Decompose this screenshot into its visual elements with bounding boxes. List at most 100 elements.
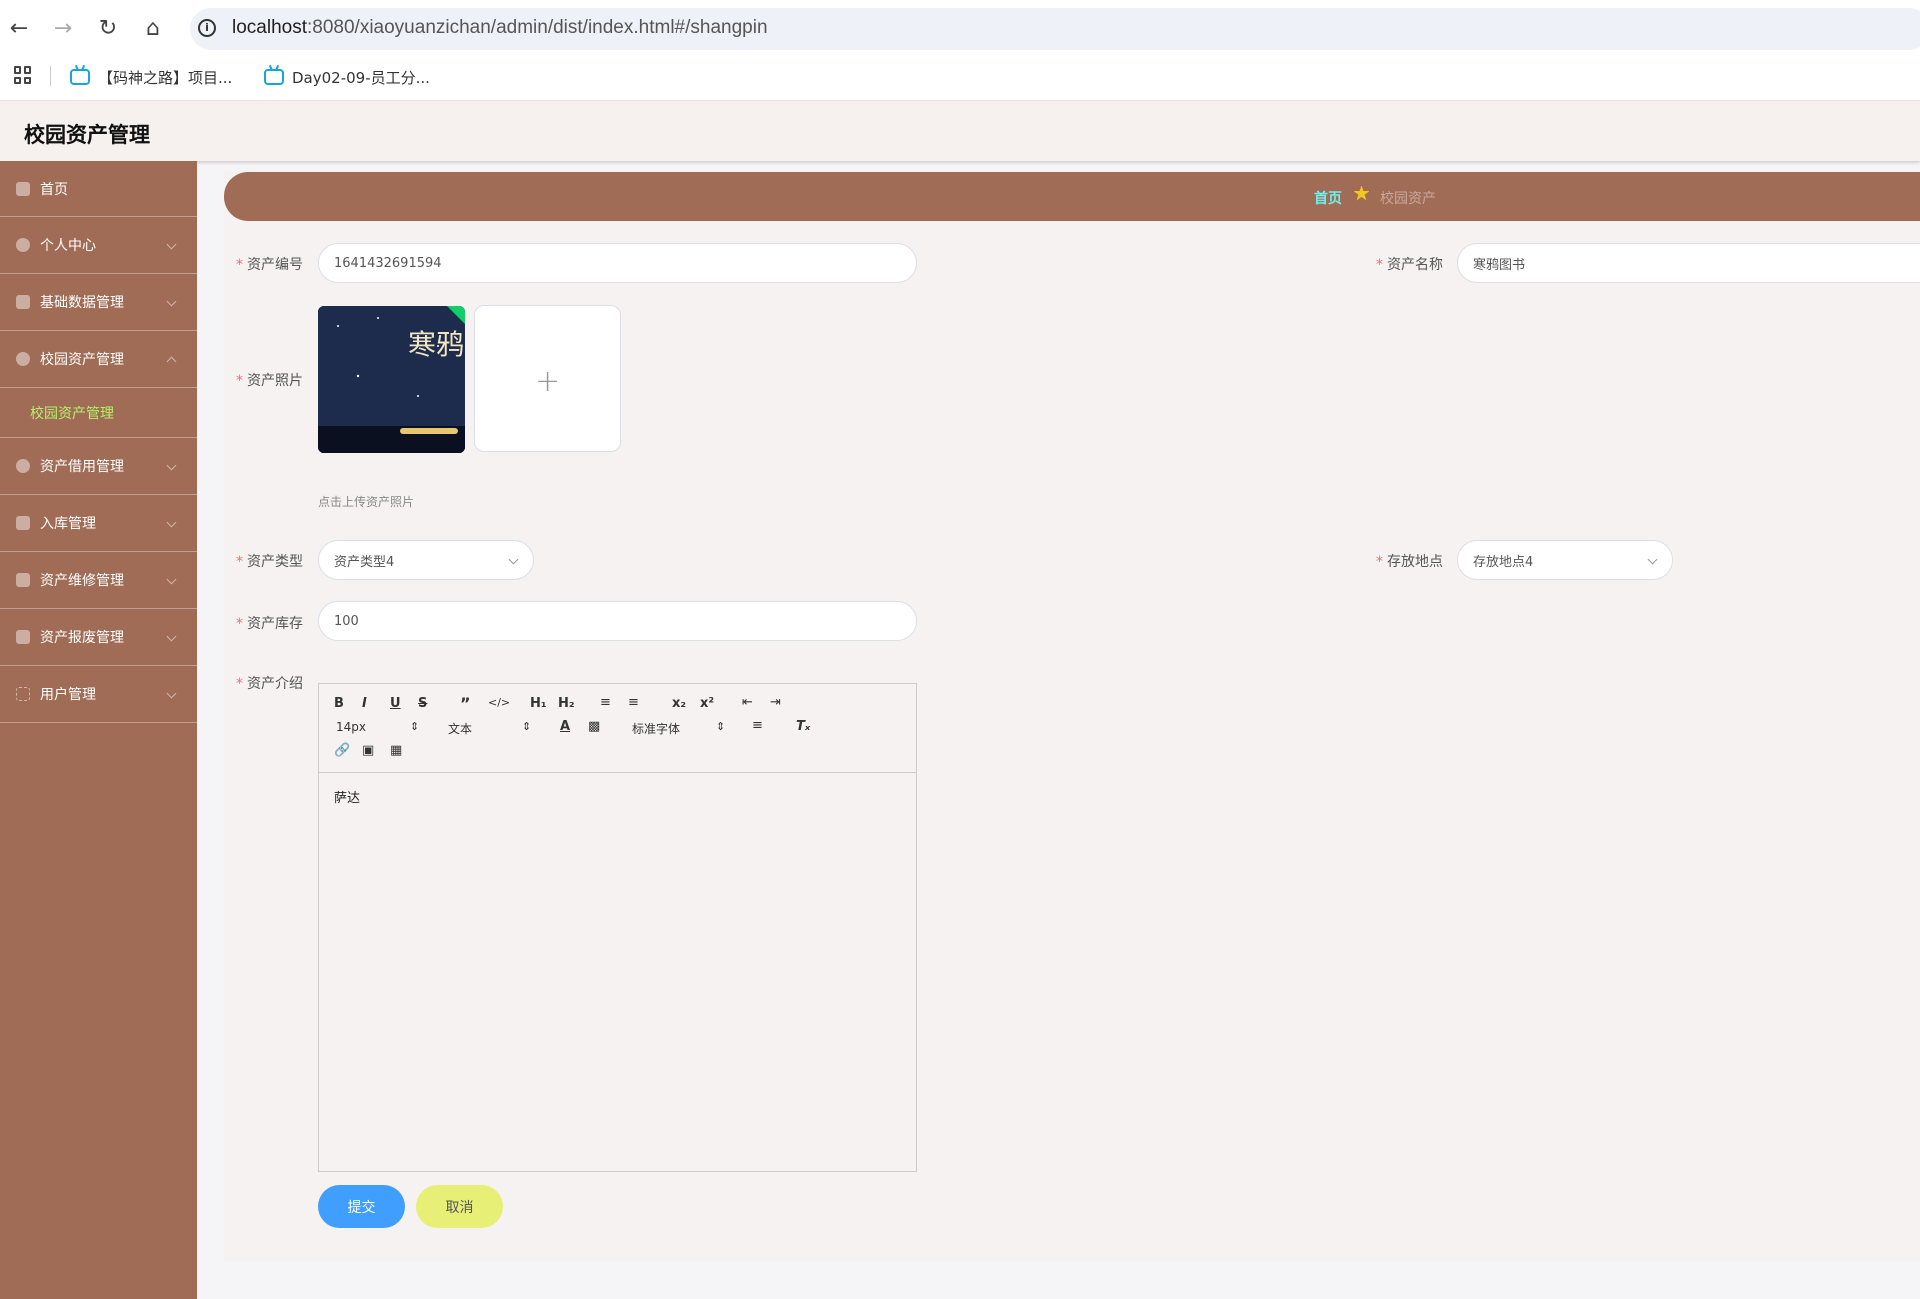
- sidebar-item-label: 入库管理: [40, 516, 96, 532]
- font-family-select[interactable]: 标准字体: [632, 720, 680, 737]
- upload-button[interactable]: +: [474, 305, 621, 452]
- type-label: * 资产类型: [236, 554, 303, 570]
- chevron-down-icon: [1647, 554, 1658, 565]
- sidebar-item-label: 首页: [40, 181, 68, 198]
- frame-icon: [16, 687, 30, 701]
- sidebar-item-asset[interactable]: 校园资产管理: [0, 331, 197, 388]
- superscript-icon[interactable]: x²: [700, 696, 714, 711]
- app-title: 校园资产管理: [24, 123, 150, 147]
- chevron-down-icon: [166, 574, 177, 585]
- font-family-arrows-icon: ⇕: [716, 720, 726, 733]
- italic-icon[interactable]: I: [362, 696, 367, 711]
- clipboard-icon: [16, 573, 30, 587]
- cancel-button[interactable]: 取消: [416, 1185, 503, 1228]
- location-select[interactable]: 存放地点4: [1457, 540, 1673, 580]
- sidebar-item-profile[interactable]: 个人中心: [0, 217, 197, 274]
- code-input[interactable]: 1641432691594: [318, 243, 917, 283]
- editor-toolbar: B I U S ” </> H₁ H₂ ≡ ≡ x₂ x² ⇤ ⇥ 14px ⇕…: [319, 684, 916, 773]
- site-info-icon[interactable]: i: [198, 19, 216, 37]
- rich-text-editor[interactable]: B I U S ” </> H₁ H₂ ≡ ≡ x₂ x² ⇤ ⇥ 14px ⇕…: [318, 683, 917, 1172]
- code-label: * 资产编号: [236, 257, 303, 273]
- app-header: 校园资产管理: [0, 101, 1920, 161]
- chevron-down-icon: [166, 239, 177, 250]
- bilibili-icon: [70, 69, 90, 85]
- type-select-value: 资产类型4: [334, 554, 395, 570]
- photo-label: * 资产照片: [236, 373, 303, 389]
- sidebar-item-label: 基础数据管理: [40, 295, 124, 311]
- quote-icon[interactable]: ”: [460, 694, 471, 713]
- type-select[interactable]: 资产类型4: [318, 540, 534, 580]
- user-icon: [16, 352, 30, 366]
- font-size-arrows-icon: ⇕: [410, 720, 420, 733]
- chevron-down-icon: [166, 460, 177, 471]
- plus-icon: +: [535, 364, 561, 399]
- sidebar: 首页 个人中心 基础数据管理 校园资产管理 校园资产管理 资产借用管理 入库管理…: [0, 161, 197, 1299]
- video-icon[interactable]: ▦: [390, 743, 402, 758]
- name-input[interactable]: 寒鸦图书: [1457, 243, 1920, 283]
- breadcrumb: [224, 172, 1920, 221]
- chevron-up-icon: [166, 356, 177, 367]
- subscript-icon[interactable]: x₂: [672, 696, 686, 711]
- sidebar-item-home[interactable]: 首页: [0, 161, 197, 217]
- stock-input[interactable]: 100: [318, 601, 917, 641]
- chevron-down-icon: [166, 517, 177, 528]
- sidebar-item-borrow[interactable]: 资产借用管理: [0, 438, 197, 495]
- image-icon[interactable]: ▣: [362, 743, 374, 758]
- name-label: * 资产名称: [1376, 257, 1443, 273]
- strike-icon[interactable]: S: [418, 696, 427, 711]
- sidebar-item-scrap[interactable]: 资产报废管理: [0, 609, 197, 666]
- breadcrumb-current: 校园资产: [1380, 191, 1436, 207]
- asset-photo[interactable]: 寒鸦: [318, 306, 465, 453]
- apps-icon[interactable]: [14, 66, 32, 84]
- sidebar-item-label: 个人中心: [40, 238, 96, 254]
- h1-icon[interactable]: H₁: [530, 696, 547, 711]
- chevron-down-icon: [166, 631, 177, 642]
- sidebar-subitem-asset[interactable]: 校园资产管理: [0, 388, 197, 438]
- link-icon[interactable]: 🔗: [334, 743, 350, 758]
- home-icon[interactable]: ⌂: [140, 16, 166, 42]
- sidebar-item-basic-data[interactable]: 基础数据管理: [0, 274, 197, 331]
- font-color-icon[interactable]: A: [560, 719, 570, 734]
- submit-button[interactable]: 提交: [318, 1185, 405, 1228]
- outdent-icon[interactable]: ⇤: [742, 695, 753, 710]
- bullet-list-icon[interactable]: ≡: [628, 695, 639, 710]
- ordered-list-icon[interactable]: ≡: [600, 695, 611, 710]
- sidebar-item-users[interactable]: 用户管理: [0, 666, 197, 723]
- upload-hint: 点击上传资产照片: [318, 495, 415, 509]
- chevron-down-icon: [508, 554, 519, 565]
- forward-icon[interactable]: →: [50, 16, 76, 42]
- block-type-select[interactable]: 文本: [448, 720, 472, 737]
- bookmark-2[interactable]: Day02-09-员工分...: [264, 66, 430, 88]
- editor-content[interactable]: 萨达: [334, 787, 360, 806]
- intro-label: * 资产介绍: [236, 676, 303, 692]
- indent-icon[interactable]: ⇥: [770, 695, 781, 710]
- clear-format-icon[interactable]: Tₓ: [796, 719, 810, 734]
- cover-title-char: 寒鸦: [408, 328, 464, 361]
- h2-icon[interactable]: H₂: [558, 696, 575, 711]
- sidebar-item-repair[interactable]: 资产维修管理: [0, 552, 197, 609]
- back-icon[interactable]: ←: [6, 16, 32, 42]
- align-icon[interactable]: ≡: [752, 718, 763, 733]
- location-label: * 存放地点: [1376, 554, 1443, 570]
- home-icon: [16, 181, 30, 196]
- sidebar-item-label: 资产借用管理: [40, 459, 124, 475]
- sidebar-item-stock-in[interactable]: 入库管理: [0, 495, 197, 552]
- url-text[interactable]: localhost:8080/xiaoyuanzichan/admin/dist…: [232, 17, 768, 39]
- breadcrumb-home[interactable]: 首页: [1314, 188, 1342, 208]
- bookmark-label: 【码神之路】项目...: [98, 68, 233, 87]
- bookmark-1[interactable]: 【码神之路】项目...: [70, 66, 232, 88]
- font-size-select[interactable]: 14px: [336, 720, 366, 734]
- bilibili-icon: [264, 69, 284, 85]
- background-color-icon[interactable]: ▩: [588, 719, 600, 734]
- folder-icon: [16, 295, 30, 309]
- code-icon[interactable]: </>: [488, 696, 510, 709]
- user-icon: [16, 238, 30, 252]
- reload-icon[interactable]: ↻: [95, 16, 121, 42]
- bold-icon[interactable]: B: [334, 696, 344, 711]
- underline-icon[interactable]: U: [390, 696, 401, 711]
- stock-label: * 资产库存: [236, 616, 303, 632]
- sidebar-item-label: 校园资产管理: [40, 352, 124, 368]
- block-type-arrows-icon: ⇕: [522, 720, 532, 733]
- sidebar-item-label: 用户管理: [40, 687, 96, 703]
- list-icon: [16, 630, 30, 644]
